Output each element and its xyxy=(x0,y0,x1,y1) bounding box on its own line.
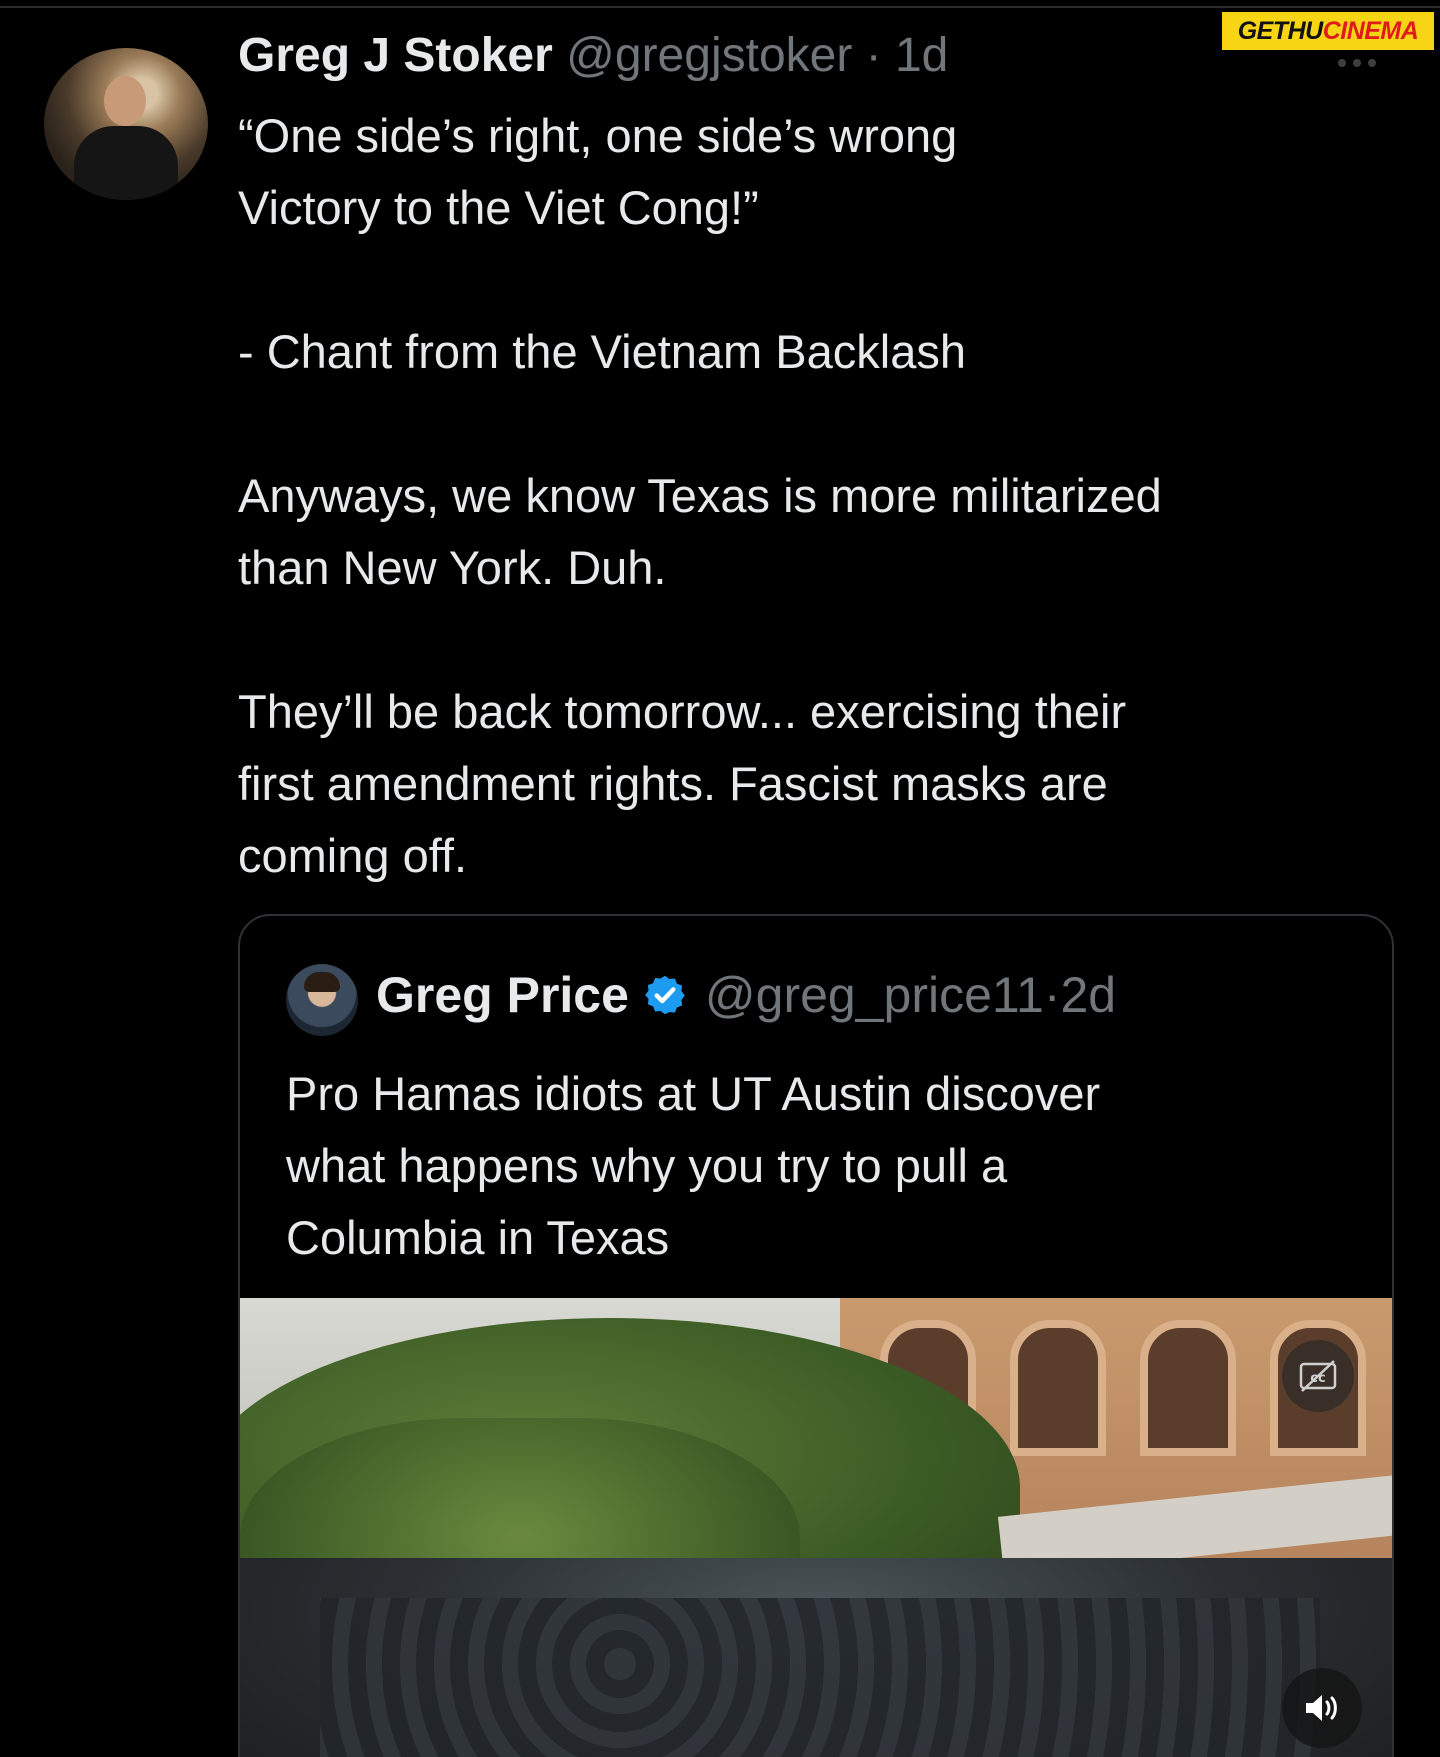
quoted-header: Greg Price @greg_price11 · 2d xyxy=(376,966,1116,1024)
author-handle[interactable]: @gregjstoker xyxy=(566,29,852,82)
tweet-header: Greg J Stoker @gregjstoker · 1d xyxy=(238,28,948,83)
quoted-separator: · xyxy=(1043,967,1061,1023)
verified-badge-icon xyxy=(645,975,685,1015)
tweet-line: than New York. Duh. xyxy=(238,541,667,594)
screenshot: GETHU CINEMA Greg J Stoker @gregjstoker ·… xyxy=(0,0,1440,1757)
tweet-line: Anyways, we know Texas is more militariz… xyxy=(238,469,1162,522)
watermark-part2: CINEMA xyxy=(1322,16,1419,45)
speaker-icon[interactable] xyxy=(1282,1668,1362,1748)
author-name[interactable]: Greg J Stoker xyxy=(238,29,553,82)
quoted-time[interactable]: 2d xyxy=(1060,966,1116,1024)
watermark-part1: GETHU xyxy=(1237,16,1324,45)
tweet-line: “One side’s right, one side’s wrong xyxy=(238,109,958,162)
header-separator: · xyxy=(852,29,895,82)
tweet-line: They’ll be back tomorrow... exercising t… xyxy=(238,685,1127,738)
quoted-text: Pro Hamas idiots at UT Austin discover w… xyxy=(286,1058,1336,1274)
tweet-text: “One side’s right, one side’s wrong Vict… xyxy=(238,100,1378,892)
tweet-line: first amendment rights. Fascist masks ar… xyxy=(238,757,1108,810)
quoted-author-handle[interactable]: @greg_price11 xyxy=(705,966,1044,1024)
quoted-line: Pro Hamas idiots at UT Austin discover xyxy=(286,1067,1101,1120)
tweet-line: - Chant from the Vietnam Backlash xyxy=(238,325,966,378)
video-crowd xyxy=(320,1598,1320,1757)
quoted-line: Columbia in Texas xyxy=(286,1211,670,1264)
quoted-line: what happens why you try to pull a xyxy=(286,1139,1008,1192)
tweet-time[interactable]: 1d xyxy=(895,29,948,82)
watermark-logo: GETHU CINEMA xyxy=(1222,12,1434,50)
quoted-tweet-card[interactable]: Greg Price @greg_price11 · 2d Pro Hamas … xyxy=(238,914,1394,1757)
tweet-line: Victory to the Viet Cong!” xyxy=(238,181,759,234)
captions-off-icon[interactable]: cc xyxy=(1282,1340,1354,1412)
more-options-icon[interactable] xyxy=(1338,55,1394,71)
avatar[interactable] xyxy=(44,48,208,200)
quoted-author-name[interactable]: Greg Price xyxy=(376,966,629,1024)
tweet-line: coming off. xyxy=(238,829,468,882)
video-player[interactable]: cc xyxy=(240,1298,1392,1757)
quoted-avatar[interactable] xyxy=(286,964,358,1036)
svg-text:cc: cc xyxy=(1310,1371,1325,1386)
divider xyxy=(0,6,1440,8)
